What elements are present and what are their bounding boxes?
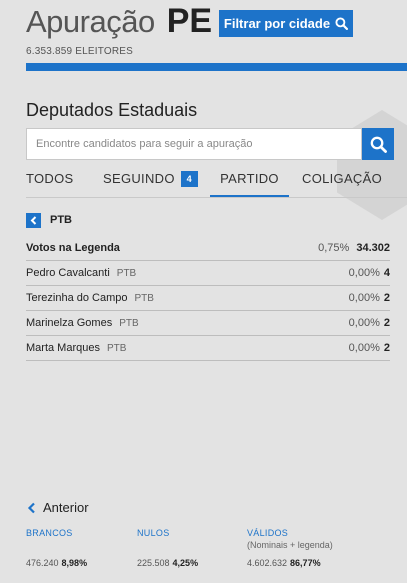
candidate-votes: 2 [383, 292, 390, 304]
candidate-search [26, 128, 394, 160]
legend-votes-count: 34.302 [356, 242, 390, 254]
stat-pct: 4,25% [172, 558, 199, 568]
state-code: PE [166, 2, 213, 40]
stat-validos: VÁLIDOS (Nominais + legenda) 4.602.632 86… [247, 528, 333, 568]
stat-label: BRANCOS [26, 528, 73, 538]
stat-values: 225.508 4,25% [137, 558, 198, 568]
following-count-badge: 4 [180, 171, 198, 187]
tab-partido[interactable]: PARTIDO [210, 168, 289, 198]
filter-tabs: TODOS SEGUINDO 4 PARTIDO COLIGAÇÃO [26, 168, 407, 198]
stat-values: 4.602.632 86,77% [247, 558, 321, 568]
candidate-pct: 0,00% [348, 292, 380, 304]
stat-pct: 86,77% [290, 558, 321, 568]
legend-votes-label: Votos na Legenda [26, 242, 120, 254]
candidate-party: PTB [134, 293, 154, 304]
tabs-divider [26, 197, 407, 198]
stat-label: VÁLIDOS [247, 528, 289, 538]
search-icon [370, 136, 387, 153]
stat-value: 225.508 [137, 558, 170, 568]
candidate-row[interactable]: Marinelza Gomes PTB 0,00% 2 [26, 311, 390, 336]
chevron-left-icon [30, 215, 36, 225]
stat-brancos: BRANCOS 476.240 8,98% [26, 528, 87, 568]
candidate-row[interactable]: Terezinha do Campo PTB 0,00% 2 [26, 286, 390, 311]
candidate-pct: 0,00% [348, 342, 380, 354]
stat-label: NULOS [137, 528, 170, 538]
stat-values: 476.240 8,98% [26, 558, 87, 568]
candidate-name: Pedro Cavalcanti [26, 267, 110, 279]
tab-label: COLIGAÇÃO [302, 171, 382, 186]
page-title: Apuração [26, 4, 155, 39]
candidate-pct: 0,00% [348, 267, 380, 279]
tab-label: TODOS [26, 171, 74, 186]
search-button[interactable] [362, 128, 394, 160]
search-icon [335, 17, 349, 30]
candidate-name: Marinelza Gomes [26, 317, 113, 329]
filter-by-city-button[interactable]: Filtrar por cidade [219, 10, 353, 37]
legend-votes-pct: 0,75% [318, 242, 350, 254]
previous-page-button[interactable]: Anterior [26, 500, 89, 515]
legend-votes-row: Votos na Legenda 0,75% 34.302 [26, 236, 390, 261]
party-name: PTB [50, 214, 72, 226]
chevron-left-icon [27, 502, 35, 513]
candidate-list: Votos na Legenda 0,75% 34.302 Pedro Cava… [26, 236, 390, 361]
stat-nulos: NULOS 225.508 4,25% [137, 528, 198, 568]
candidate-row[interactable]: Marta Marques PTB 0,00% 2 [26, 336, 390, 361]
candidate-votes: 2 [383, 317, 390, 329]
candidate-party: PTB [106, 343, 127, 354]
candidate-party: PTB [116, 268, 137, 279]
party-header: PTB [26, 212, 72, 228]
candidate-votes: 4 [383, 267, 390, 279]
vote-summary: BRANCOS 476.240 8,98% NULOS 225.508 4,25% … [26, 528, 407, 573]
stat-sublabel: (Nominais + legenda) [247, 540, 333, 550]
tab-coligacao[interactable]: COLIGAÇÃO [302, 168, 382, 198]
section-title: Deputados Estaduais [26, 100, 198, 120]
candidate-name: Marta Marques [26, 342, 100, 354]
candidate-row[interactable]: Pedro Cavalcanti PTB 0,00% 4 [26, 261, 390, 286]
decorative-hexagon [337, 110, 407, 220]
electors-count: 6.353.859 ELEITORES [26, 46, 134, 57]
tab-label: SEGUINDO [103, 171, 175, 186]
page-header: Apuração PE [26, 2, 212, 42]
progress-bar [26, 63, 407, 71]
stat-value: 476.240 [26, 558, 59, 568]
stat-pct: 8,98% [61, 558, 88, 568]
candidate-party: PTB [119, 318, 139, 329]
candidate-pct: 0,00% [348, 317, 380, 329]
filter-button-label: Filtrar por cidade [223, 16, 331, 31]
stat-value: 4.602.632 [247, 558, 288, 568]
search-input[interactable] [26, 128, 362, 160]
back-to-parties-button[interactable] [26, 212, 41, 228]
tab-label: PARTIDO [220, 171, 279, 186]
candidate-votes: 2 [383, 342, 390, 354]
previous-label: Anterior [43, 500, 89, 515]
tab-seguindo[interactable]: SEGUINDO 4 [103, 168, 198, 198]
candidate-name: Terezinha do Campo [26, 292, 128, 304]
tab-todos[interactable]: TODOS [26, 168, 74, 198]
